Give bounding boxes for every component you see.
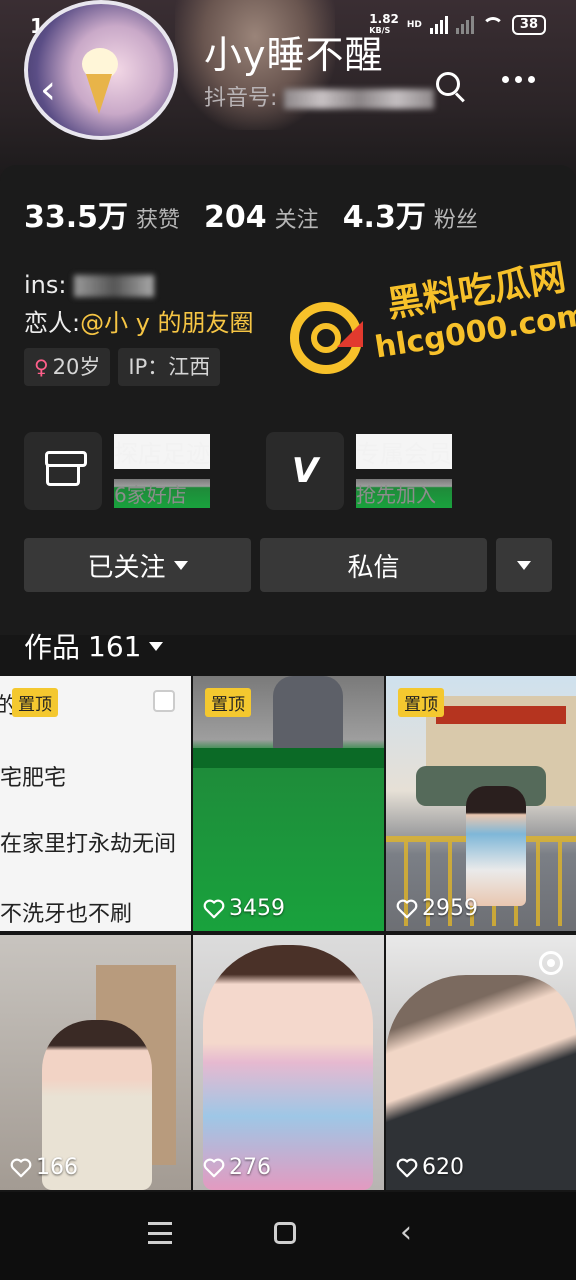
profile-bio: ins: 恋人:@小 y 的朋友圈 xyxy=(24,266,254,342)
back-arrow-icon[interactable]: ‹ xyxy=(40,70,70,110)
message-button[interactable]: 私信 xyxy=(260,538,487,592)
live-icon xyxy=(539,951,563,975)
douyin-id-redacted xyxy=(284,89,435,109)
works-tab[interactable]: 作品 161 xyxy=(24,626,164,666)
caret-down-icon xyxy=(149,641,164,651)
search-icon[interactable] xyxy=(434,70,468,104)
ip-tag: IP：江西 xyxy=(118,348,221,386)
more-dropdown-button[interactable] xyxy=(496,538,552,592)
like-count: 276 xyxy=(203,1155,271,1180)
bio-mention-link[interactable]: @小 y 的朋友圈 xyxy=(80,309,253,337)
video-tile[interactable]: 276 xyxy=(193,935,384,1190)
avatar-icecream-cone xyxy=(86,74,112,114)
video-tile[interactable]: 置顶 3459 xyxy=(193,676,384,931)
profile-tags: ♀ 20岁 IP：江西 xyxy=(24,348,221,386)
like-count: 2959 xyxy=(396,896,478,921)
video-tile[interactable]: 的 置顶 宅肥宅 在家里打永劫无间 不洗牙也不刷 xyxy=(0,676,191,931)
status-right: 1.82 KB/S HD 38 xyxy=(369,13,546,36)
signal-2-icon xyxy=(455,16,474,34)
female-icon: ♀ xyxy=(34,355,49,379)
system-back-icon[interactable]: ‹ xyxy=(400,1218,412,1248)
heart-icon xyxy=(396,1158,418,1177)
feature-subtitle: 6家好店 xyxy=(114,479,210,508)
recent-apps-icon[interactable] xyxy=(148,1222,172,1244)
heart-icon xyxy=(203,1158,225,1177)
caret-down-icon xyxy=(517,560,531,570)
bio-line-lover: 恋人:@小 y 的朋友圈 xyxy=(24,309,254,337)
battery-icon: 38 xyxy=(511,15,546,35)
stat-following[interactable]: 204 关注 xyxy=(204,200,319,235)
pinned-badge: 置顶 xyxy=(12,688,58,717)
like-count: 620 xyxy=(396,1155,464,1180)
video-tile[interactable]: 置顶 2959 xyxy=(386,676,576,931)
profile-nickname: 小y睡不醒 xyxy=(204,33,384,77)
bio-line-ins: ins: xyxy=(24,266,254,304)
more-dots-icon[interactable] xyxy=(502,76,535,83)
douyin-id-label: 抖音号: xyxy=(204,86,278,111)
stat-likes[interactable]: 33.5万 获赞 xyxy=(24,192,180,236)
heart-icon xyxy=(10,1158,32,1177)
douyin-id: 抖音号: xyxy=(204,80,435,112)
stat-followers[interactable]: 4.3万 粉丝 xyxy=(343,192,478,236)
feature-membership[interactable]: V 专属会员 抢先加入 xyxy=(266,432,452,510)
video-tile[interactable]: 620 xyxy=(386,935,576,1190)
v-vip-icon: V xyxy=(266,432,344,510)
bio-ins-redacted xyxy=(74,275,155,297)
age-tag: ♀ 20岁 xyxy=(24,348,111,386)
shop-icon xyxy=(24,432,102,510)
followed-button[interactable]: 已关注 xyxy=(24,538,251,592)
home-icon[interactable] xyxy=(274,1222,296,1244)
pinned-badge: 置顶 xyxy=(205,688,251,717)
heart-icon xyxy=(203,899,225,918)
select-checkbox[interactable] xyxy=(153,690,175,712)
like-count: 166 xyxy=(10,1155,78,1180)
wifi-icon xyxy=(481,17,504,33)
profile-stats: 33.5万 获赞 204 关注 4.3万 粉丝 xyxy=(24,192,502,236)
signal-icon xyxy=(429,16,448,34)
video-tile[interactable]: 166 xyxy=(0,935,191,1190)
profile-actions: 已关注 私信 xyxy=(24,538,552,592)
pinned-badge: 置顶 xyxy=(398,688,444,717)
feature-title: 探店足迹 xyxy=(114,434,210,469)
video-grid: 的 置顶 宅肥宅 在家里打永劫无间 不洗牙也不刷 置顶 3459 置顶 2959… xyxy=(0,676,576,1190)
caret-down-icon xyxy=(173,560,188,570)
feature-shop-visits[interactable]: 探店足迹 6家好店 xyxy=(24,432,210,510)
heart-icon xyxy=(396,899,418,918)
hd-badge: HD xyxy=(406,20,422,30)
feature-title: 专属会员 xyxy=(356,434,452,469)
like-count: 3459 xyxy=(203,896,285,921)
feature-subtitle: 抢先加入 xyxy=(356,479,452,508)
